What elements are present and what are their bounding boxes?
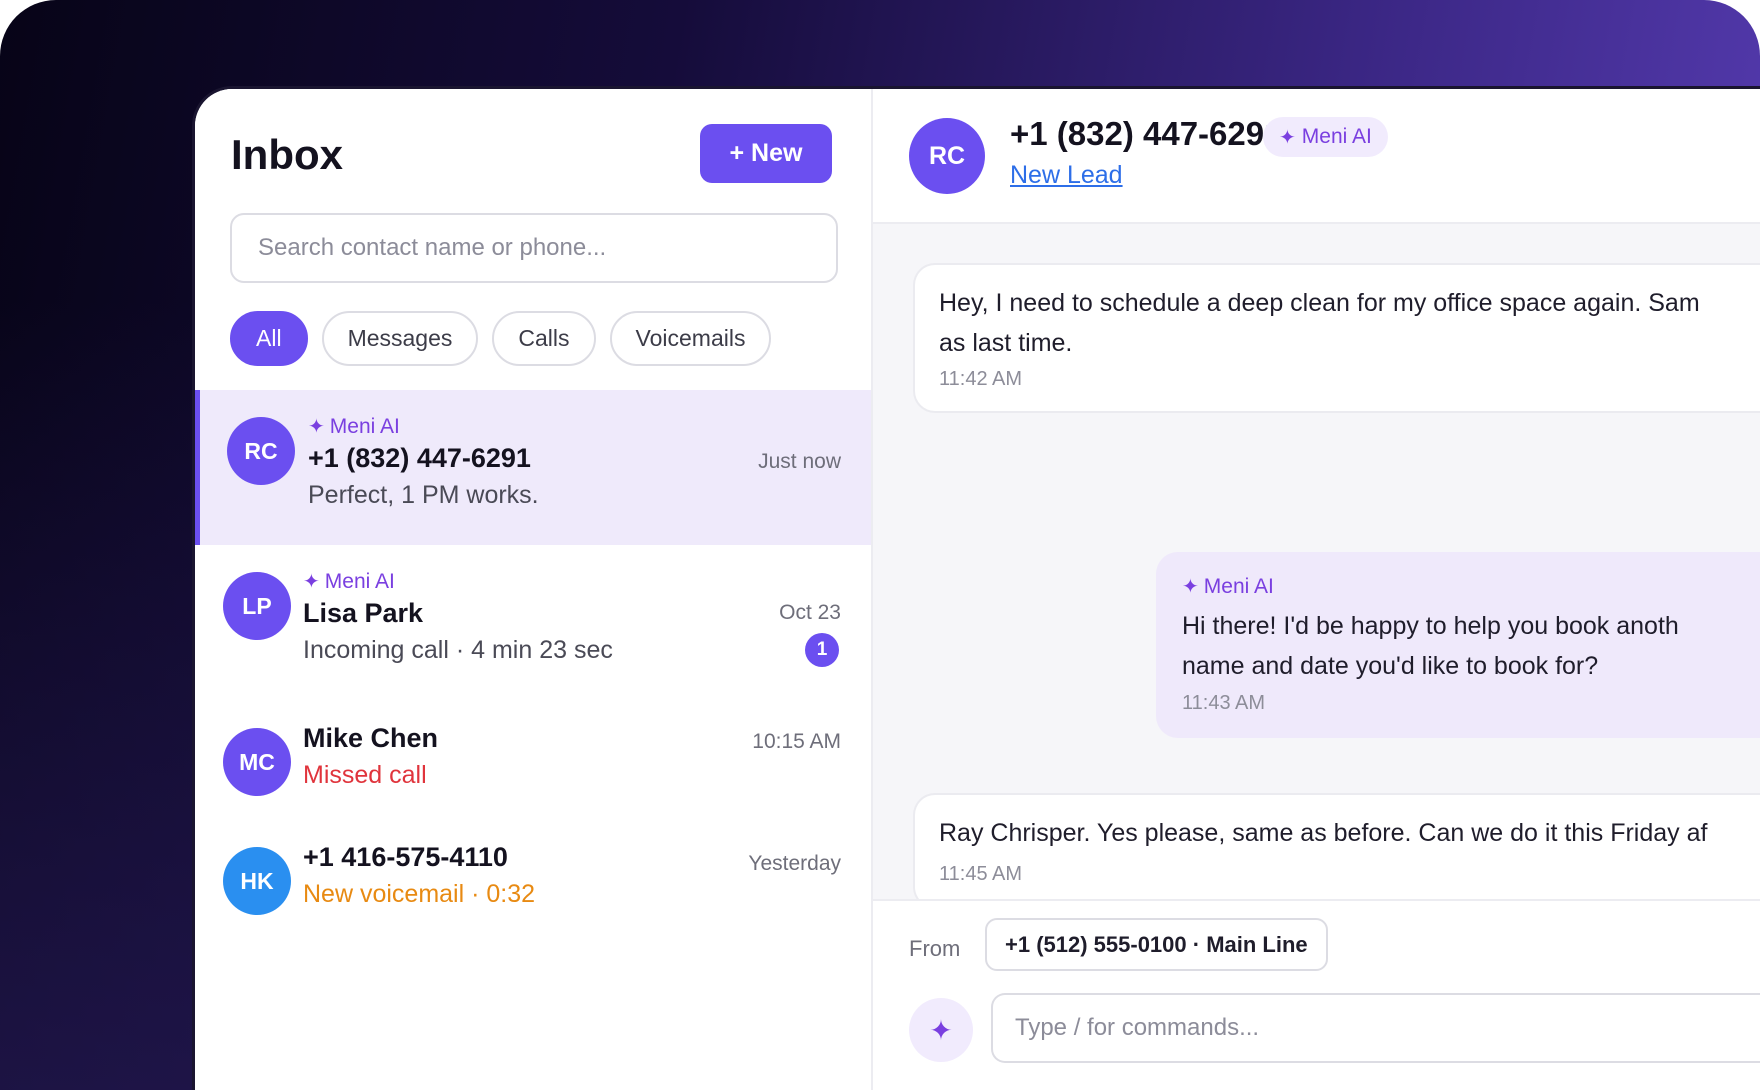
ai-tag-label: Meni AI [329,414,400,438]
ai-tag: ✦ Meni AI [303,569,395,594]
filter-messages[interactable]: Messages [321,311,479,366]
message-text: Hey, I need to schedule a deep clean for… [939,283,1700,363]
from-line-selector[interactable]: +1 (512) 555-0100 · Main Line [985,918,1328,971]
sparkle-icon: ✦ [1279,126,1296,149]
message-line: Hi there! I'd be happy to help you book … [1182,612,1679,640]
message-line: Ray Chrisper. Yes please, same as before… [939,819,1708,847]
ai-badge-label: Meni AI [1301,125,1372,148]
message-time: 11:45 AM [939,863,1023,885]
message-thread: Hey, I need to schedule a deep clean for… [873,224,1760,909]
message-preview: Missed call [303,761,427,789]
from-label: From [909,936,961,961]
message-composer: From +1 (512) 555-0100 · Main Line ✦ Typ… [873,899,1760,1090]
timestamp: Yesterday [748,852,841,875]
chat-pane: RC +1 (832) 447-6291 ✦ Meni AI New Lead … [873,89,1760,1090]
sparkle-icon: ✦ [929,1014,953,1046]
contact-name: +1 (832) 447-6291 [308,443,531,473]
conversation-item[interactable]: RC ✦ Meni AI +1 (832) 447-6291 Perfect, … [195,390,871,545]
conversation-item[interactable]: LP ✦ Meni AI Lisa Park Incoming call · 4… [195,545,871,700]
message-preview: Incoming call · 4 min 23 sec [303,636,613,664]
contact-name: +1 416-575-4110 [303,842,508,872]
ai-badge: ✦ Meni AI [1263,117,1388,157]
lead-status-link[interactable]: New Lead [1010,161,1123,190]
page-title: Inbox [231,131,343,178]
unread-badge: 1 [805,633,839,667]
timestamp: 10:15 AM [752,730,841,753]
message-time: 11:42 AM [939,368,1023,390]
filter-calls[interactable]: Calls [492,311,596,366]
avatar: HK [223,847,291,915]
avatar: RC [227,417,295,485]
message-bubble-incoming: Hey, I need to schedule a deep clean for… [913,263,1760,413]
timestamp: Just now [758,450,841,473]
message-line: as last time. [939,329,1073,357]
message-preview: Perfect, 1 PM works. [308,481,539,509]
filter-voicemails[interactable]: Voicemails [609,311,772,366]
filter-tabs: All Messages Calls Voicemails [230,311,772,366]
avatar: LP [223,572,291,640]
ai-tag: ✦ Meni AI [1182,574,1274,599]
ai-tag-label: Meni AI [1203,574,1274,598]
search-input[interactable]: Search contact name or phone... [230,213,838,283]
filter-all[interactable]: All [230,311,308,366]
message-bubble-incoming: Ray Chrisper. Yes please, same as before… [913,793,1760,909]
ai-tag-label: Meni AI [324,569,395,593]
ai-assist-button[interactable]: ✦ [909,998,973,1062]
conversation-item[interactable]: MC Mike Chen Missed call 10:15 AM [195,700,871,825]
avatar: RC [909,118,985,194]
conversation-item[interactable]: HK +1 416-575-4110 New voicemail · 0:32 … [195,825,871,950]
timestamp: Oct 23 [779,601,841,624]
sparkle-icon: ✦ [1182,576,1199,598]
message-bubble-outgoing: ✦ Meni AI Hi there! I'd be happy to help… [1156,552,1760,738]
message-text: Hi there! I'd be happy to help you book … [1182,606,1679,686]
message-text: Ray Chrisper. Yes please, same as before… [939,813,1707,853]
new-conversation-button[interactable]: + New [700,124,832,183]
message-time: 11:43 AM [1182,692,1266,714]
message-line: Hey, I need to schedule a deep clean for… [939,289,1700,317]
chat-header: RC +1 (832) 447-6291 ✦ Meni AI New Lead [873,89,1760,224]
message-preview: New voicemail · 0:32 [303,880,536,908]
message-input[interactable]: Type / for commands... [991,993,1760,1063]
ai-tag: ✦ Meni AI [308,414,400,439]
contact-name: Lisa Park [303,598,424,628]
app-window: Inbox + New Search contact name or phone… [192,86,1760,1090]
sparkle-icon: ✦ [303,571,320,593]
contact-name: Mike Chen [303,723,439,753]
sparkle-icon: ✦ [308,416,325,438]
message-line: name and date you'd like to book for? [1182,652,1599,680]
inbox-pane: Inbox + New Search contact name or phone… [195,89,873,1090]
avatar: MC [223,728,291,796]
contact-phone: +1 (832) 447-6291 [1010,115,1283,152]
